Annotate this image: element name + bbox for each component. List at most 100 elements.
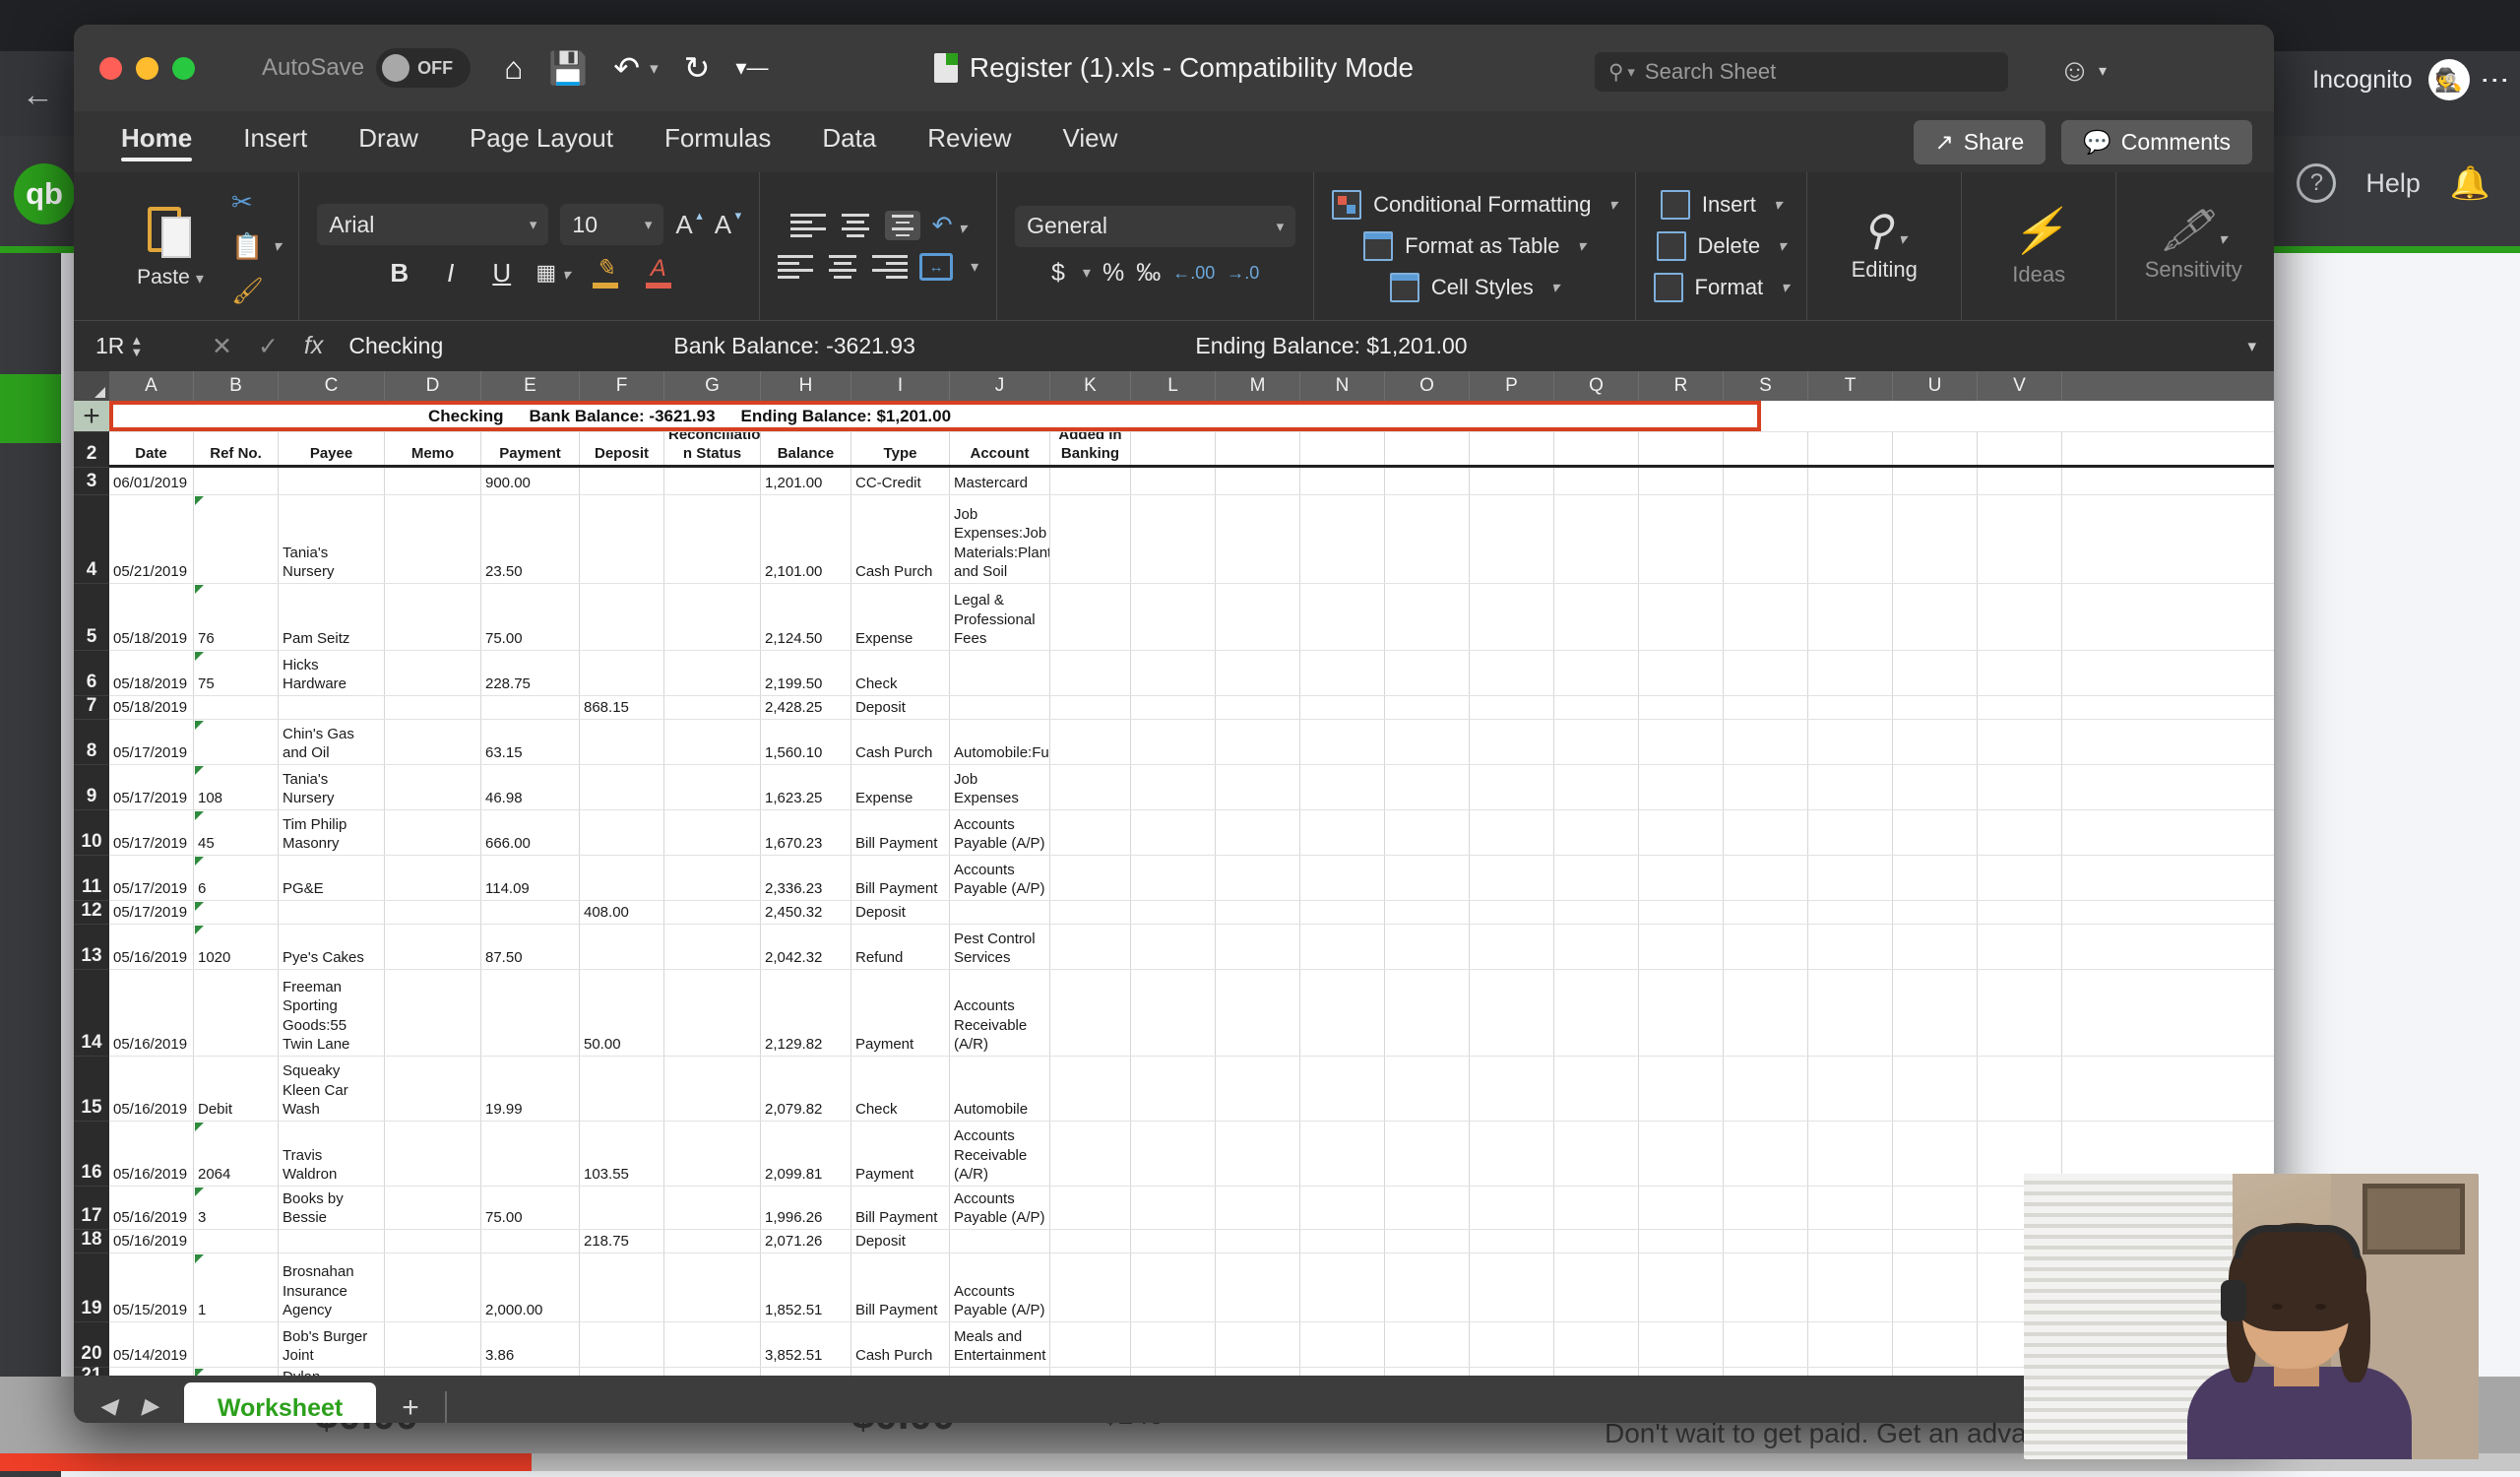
cell[interactable]	[1216, 765, 1300, 809]
cell[interactable]	[1300, 1122, 1385, 1186]
table-row[interactable]: Checking Bank Balance: -3621.93 Ending Bal…	[109, 401, 2274, 432]
cell[interactable]: 2,079.82	[761, 1057, 851, 1121]
cell[interactable]	[385, 720, 481, 764]
cell[interactable]	[1385, 810, 1470, 855]
row-header-17[interactable]: 17	[74, 1187, 109, 1230]
cell[interactable]	[1131, 584, 1216, 650]
cell[interactable]	[1639, 925, 1724, 969]
fill-color-icon[interactable]: ✎	[585, 257, 626, 289]
cell[interactable]: 06/01/2019	[109, 468, 194, 494]
cell[interactable]	[1050, 468, 1131, 494]
cell[interactable]	[851, 1368, 950, 1376]
cell[interactable]: 75.00	[481, 584, 580, 650]
cell[interactable]	[1385, 1230, 1470, 1252]
cell[interactable]: 1	[194, 1253, 279, 1321]
paste-button[interactable]: Paste ▾	[115, 203, 225, 289]
cell[interactable]: Check	[851, 1057, 950, 1121]
cell[interactable]: Deposit	[851, 696, 950, 719]
cell[interactable]	[1554, 765, 1639, 809]
cell[interactable]	[194, 468, 279, 494]
notification-bell-icon[interactable]: 🔔	[2450, 164, 2490, 203]
cell[interactable]	[1893, 1368, 1978, 1376]
cell[interactable]	[385, 1187, 481, 1229]
cell[interactable]	[1554, 1057, 1639, 1121]
cell[interactable]	[664, 1230, 761, 1252]
cell[interactable]	[1216, 468, 1300, 494]
row-header-15[interactable]: 15	[74, 1057, 109, 1122]
cell[interactable]	[1893, 468, 1978, 494]
cell[interactable]	[1385, 720, 1470, 764]
cell[interactable]: 868.15	[580, 696, 664, 719]
cell[interactable]	[1808, 765, 1893, 809]
column-header-F[interactable]: F	[580, 371, 664, 401]
cell[interactable]: Deposit	[851, 901, 950, 924]
row-header-5[interactable]: 5	[74, 584, 109, 651]
search-sheet-box[interactable]: ⚲ ▾	[1595, 52, 2008, 92]
column-header-E[interactable]: E	[481, 371, 580, 401]
cell[interactable]: 408.00	[580, 901, 664, 924]
cell[interactable]	[664, 696, 761, 719]
cell[interactable]	[1385, 584, 1470, 650]
cell[interactable]	[1385, 970, 1470, 1056]
cell[interactable]	[194, 696, 279, 719]
cell[interactable]	[1893, 1253, 1978, 1321]
cell[interactable]	[580, 1322, 664, 1367]
table-row[interactable]: 05/16/2019 Debit Squeaky Kleen Car Wash 19.…	[109, 1057, 2274, 1122]
cell[interactable]	[664, 765, 761, 809]
sheet-tab-worksheet[interactable]: Worksheet	[183, 1382, 377, 1423]
cell[interactable]	[1639, 696, 1724, 719]
cell[interactable]	[1978, 696, 2062, 719]
cell[interactable]	[1131, 1122, 1216, 1186]
cell[interactable]: 46.98	[481, 765, 580, 809]
column-header-U[interactable]: U	[1893, 371, 1978, 401]
table-row[interactable]: Dylan	[109, 1368, 2274, 1376]
cell[interactable]: 2,099.81	[761, 1122, 851, 1186]
cell[interactable]	[1300, 901, 1385, 924]
row-header-13[interactable]: 13	[74, 925, 109, 970]
cell[interactable]	[385, 925, 481, 969]
cell[interactable]: Payment	[851, 970, 950, 1056]
cell[interactable]	[664, 1253, 761, 1321]
cell[interactable]	[1893, 696, 1978, 719]
cell[interactable]	[1470, 810, 1554, 855]
name-box-spinner-icon[interactable]: ▲ ▼	[130, 334, 143, 358]
cell[interactable]	[1131, 1057, 1216, 1121]
cell[interactable]	[664, 1187, 761, 1229]
cell[interactable]	[1131, 765, 1216, 809]
cell[interactable]	[1893, 1122, 1978, 1186]
tab-draw[interactable]: Draw	[358, 123, 418, 161]
row-header-4[interactable]: 4	[74, 495, 109, 584]
cell[interactable]	[1470, 1230, 1554, 1252]
cell[interactable]	[385, 901, 481, 924]
cell[interactable]	[1050, 970, 1131, 1056]
cell[interactable]	[1554, 1322, 1639, 1367]
cell[interactable]	[1131, 720, 1216, 764]
cell[interactable]	[1639, 1322, 1724, 1367]
cell[interactable]: Check	[851, 651, 950, 695]
cell[interactable]	[481, 901, 580, 924]
name-box[interactable]: 1R ▲ ▼	[74, 333, 190, 359]
cell[interactable]	[1385, 901, 1470, 924]
table-row[interactable]: 05/16/2019 2064 Travis Waldron 103.55 2,099.…	[109, 1122, 2274, 1187]
cell[interactable]: 76	[194, 584, 279, 650]
cell[interactable]	[1470, 584, 1554, 650]
cell[interactable]: Tim Philip Masonry	[279, 810, 385, 855]
cell[interactable]: 05/18/2019	[109, 584, 194, 650]
qbo-logo[interactable]: qb	[14, 163, 75, 225]
cell[interactable]: Mastercard	[950, 468, 1050, 494]
cell[interactable]	[1300, 970, 1385, 1056]
cell[interactable]	[1300, 495, 1385, 583]
cell[interactable]: Refund	[851, 925, 950, 969]
cell[interactable]	[1978, 810, 2062, 855]
cell[interactable]	[1724, 584, 1808, 650]
cell[interactable]	[1554, 495, 1639, 583]
cell[interactable]	[194, 901, 279, 924]
search-input[interactable]	[1644, 59, 1994, 85]
cell[interactable]	[385, 651, 481, 695]
chevron-down-icon[interactable]: ▾	[1551, 278, 1559, 297]
insert-cells-button[interactable]: Insert ▾	[1660, 190, 1782, 220]
cell[interactable]	[1893, 1322, 1978, 1367]
cell[interactable]	[1724, 856, 1808, 900]
cell[interactable]	[1216, 651, 1300, 695]
cell[interactable]	[1470, 1368, 1554, 1376]
